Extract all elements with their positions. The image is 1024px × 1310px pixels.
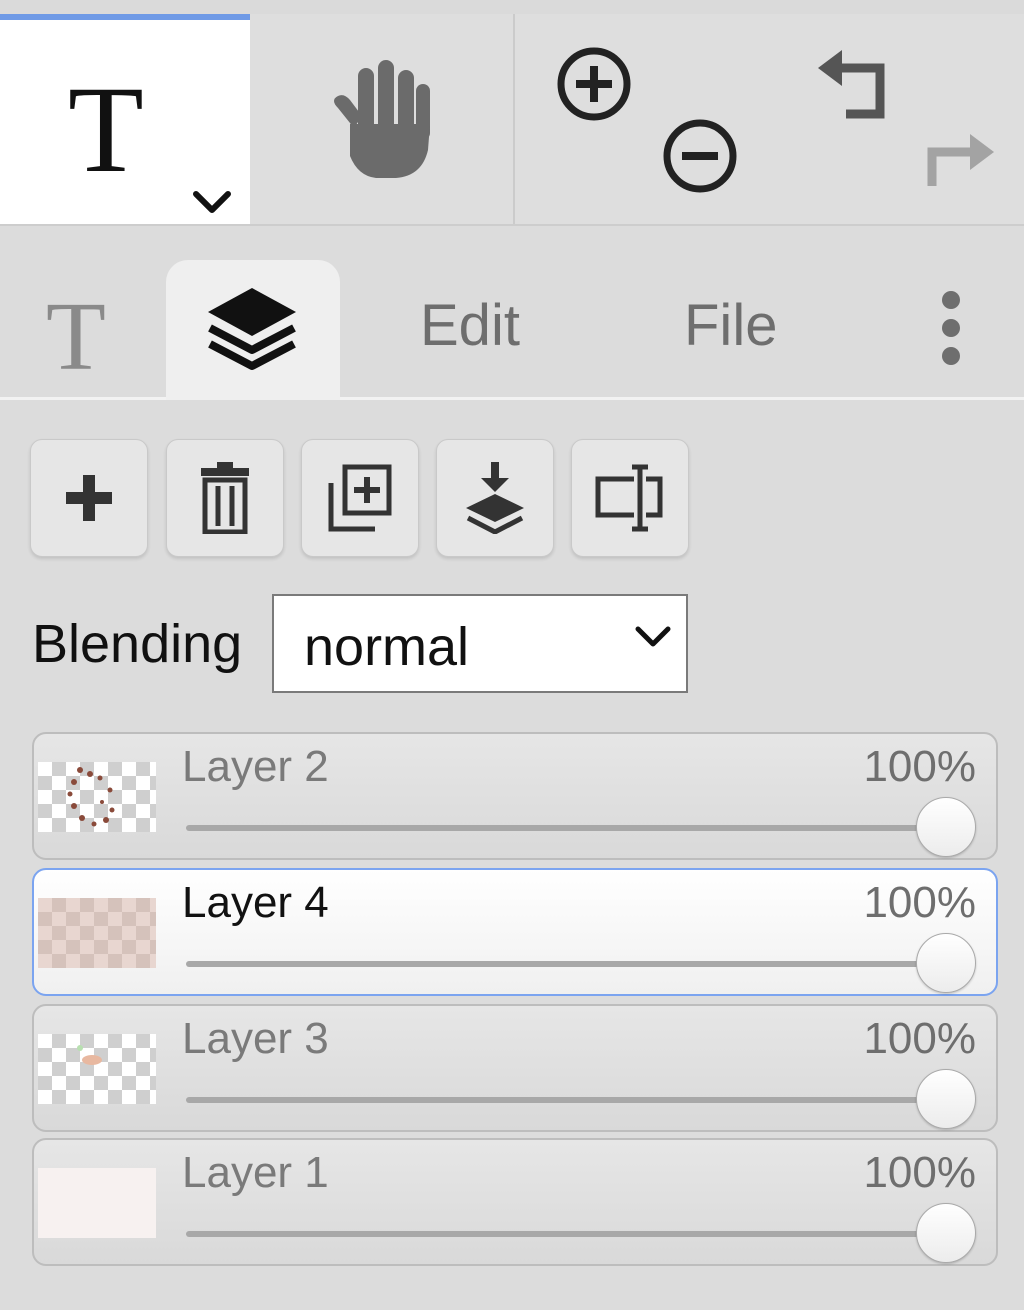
tab-file[interactable]: File xyxy=(684,292,777,359)
more-vertical-icon[interactable] xyxy=(940,290,962,366)
layer-opacity-value: 100% xyxy=(863,742,976,791)
layer-row[interactable]: Layer 3 100% xyxy=(32,1004,998,1132)
layer-name[interactable]: Layer 4 xyxy=(182,878,329,928)
undo-icon[interactable] xyxy=(814,44,894,124)
opacity-slider-handle[interactable] xyxy=(916,1069,976,1129)
toolbar-top-strip xyxy=(0,0,1024,14)
tab-layers[interactable] xyxy=(166,260,340,400)
crop-layer-icon xyxy=(595,464,663,532)
pan-tool-button[interactable] xyxy=(250,14,512,224)
tab-text[interactable]: T xyxy=(46,288,106,386)
zoom-in-icon[interactable] xyxy=(554,44,634,124)
layer-row[interactable]: Layer 2 100% xyxy=(32,732,998,860)
layer-opacity-value: 100% xyxy=(863,1014,976,1063)
layer-thumbnail xyxy=(38,1034,156,1104)
text-tool-button[interactable]: T xyxy=(0,14,250,224)
panel-tabs: T Edit File xyxy=(0,228,1024,400)
redo-icon[interactable] xyxy=(918,116,998,196)
merge-down-button[interactable] xyxy=(436,439,554,557)
add-layer-icon xyxy=(66,475,112,521)
delete-layer-button[interactable] xyxy=(166,439,284,557)
layer-name[interactable]: Layer 1 xyxy=(182,1148,329,1198)
opacity-slider[interactable] xyxy=(186,1097,946,1103)
opacity-slider-handle[interactable] xyxy=(916,933,976,993)
duplicate-layer-button[interactable] xyxy=(301,439,419,557)
opacity-slider-handle[interactable] xyxy=(916,1203,976,1263)
opacity-slider[interactable] xyxy=(186,1231,946,1237)
layer-row[interactable]: Layer 1 100% xyxy=(32,1138,998,1266)
zoom-out-icon[interactable] xyxy=(660,116,740,196)
crop-layer-button[interactable] xyxy=(571,439,689,557)
blending-select[interactable]: normal xyxy=(272,594,688,693)
chevron-down-icon[interactable] xyxy=(192,188,232,218)
tab-edit[interactable]: Edit xyxy=(420,292,520,359)
delete-layer-icon xyxy=(201,462,249,534)
add-layer-button[interactable] xyxy=(30,439,148,557)
layer-name[interactable]: Layer 3 xyxy=(182,1014,329,1064)
layer-row-selected[interactable]: Layer 4 100% xyxy=(32,868,998,996)
layer-thumbnail xyxy=(38,898,156,968)
layers-icon xyxy=(208,288,296,370)
merge-down-icon xyxy=(466,462,524,534)
blending-value: normal xyxy=(304,617,470,677)
layer-thumbnail xyxy=(38,762,156,832)
duplicate-layer-icon xyxy=(328,464,392,532)
hand-icon xyxy=(334,60,430,178)
blending-label: Blending xyxy=(32,614,243,674)
layer-thumbnail xyxy=(38,1168,156,1238)
layer-opacity-value: 100% xyxy=(863,878,976,927)
layer-name[interactable]: Layer 2 xyxy=(182,742,329,792)
text-tool-icon: T xyxy=(68,61,144,198)
layer-opacity-value: 100% xyxy=(863,1148,976,1197)
toolbar-divider xyxy=(513,14,515,224)
opacity-slider[interactable] xyxy=(186,825,946,831)
main-toolbar: T xyxy=(0,0,1024,226)
opacity-slider[interactable] xyxy=(186,961,946,967)
opacity-slider-handle[interactable] xyxy=(916,797,976,857)
layers-panel: Blending normal Layer 2 100% Layer 4 100… xyxy=(0,401,1024,1310)
chevron-down-icon xyxy=(635,626,671,647)
